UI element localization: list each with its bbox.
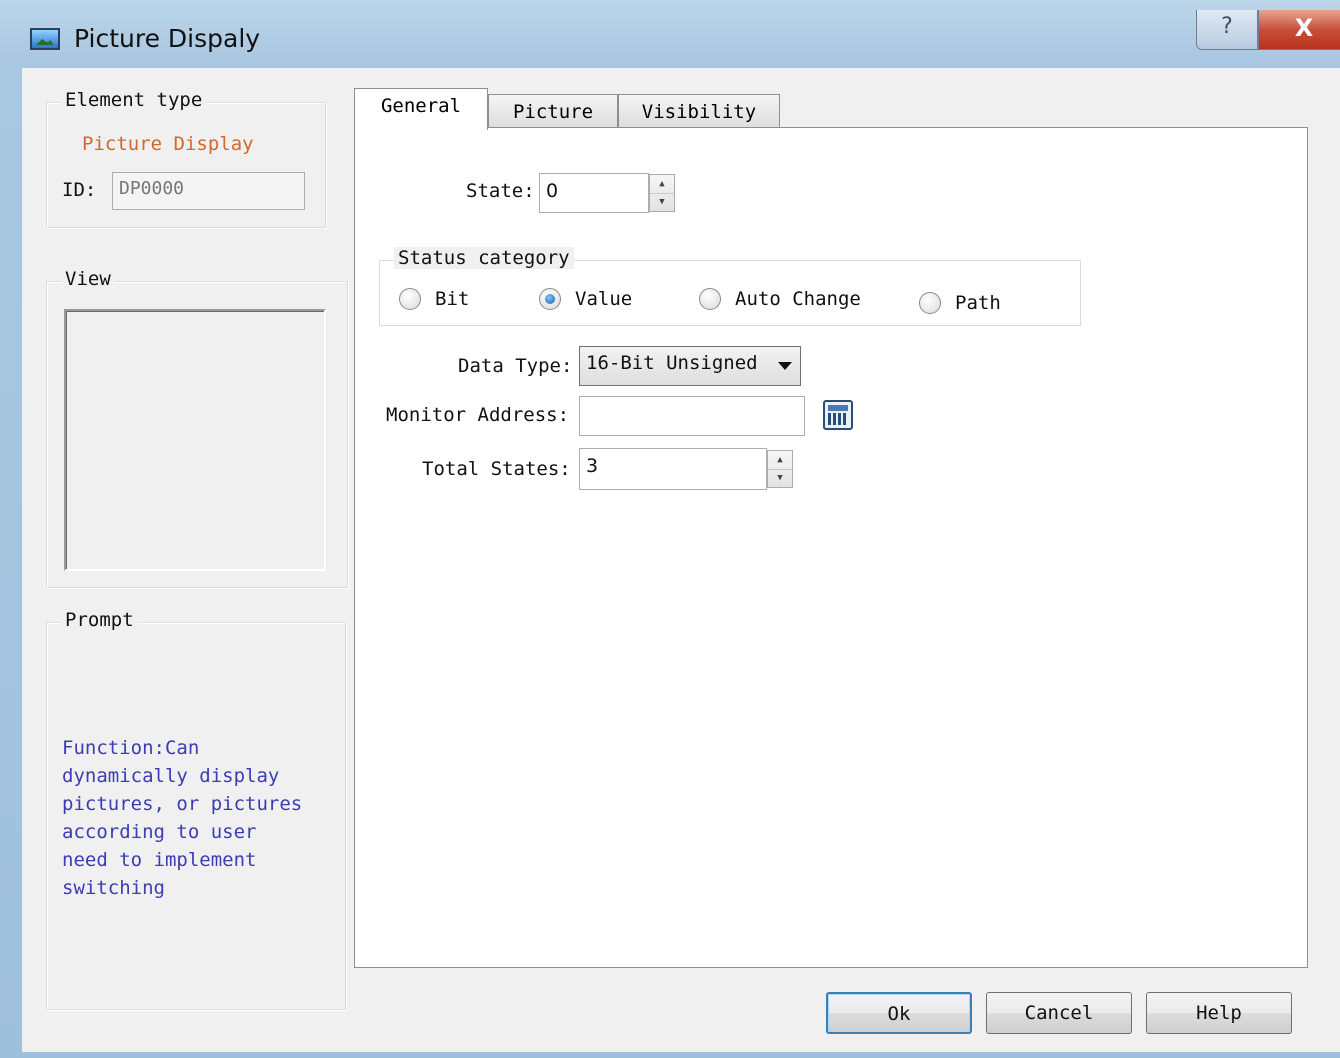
window-title: Picture Dispaly	[74, 24, 261, 53]
data-type-value: 16-Bit Unsigned	[586, 352, 758, 374]
help-button[interactable]: Help	[1146, 992, 1292, 1034]
state-spinner[interactable]: ▲ ▼	[649, 174, 675, 212]
radio-path-label[interactable]: Path	[955, 292, 1001, 314]
radio-auto-change-label[interactable]: Auto Change	[735, 288, 861, 310]
prompt-label: Prompt	[61, 609, 138, 631]
state-label: State:	[466, 180, 535, 202]
dialog-window: Picture Dispaly ? X Element type Picture…	[0, 0, 1340, 1058]
dropdown-arrow-icon	[778, 362, 792, 370]
spin-up-icon[interactable]: ▲	[768, 451, 792, 470]
title-bar: Picture Dispaly ? X	[10, 10, 1340, 68]
state-input[interactable]: 0	[539, 173, 649, 213]
radio-auto-change[interactable]	[699, 288, 721, 310]
total-states-input[interactable]: 3	[579, 448, 767, 490]
calculator-icon[interactable]	[823, 400, 853, 430]
picture-icon	[30, 28, 60, 50]
id-field[interactable]: DP0000	[112, 172, 305, 210]
spin-up-icon[interactable]: ▲	[650, 175, 674, 194]
status-category-label: Status category	[394, 247, 574, 269]
radio-value[interactable]	[539, 288, 561, 310]
id-label: ID:	[62, 179, 97, 201]
element-type-value: Picture Display	[82, 133, 254, 155]
tab-general[interactable]: General	[354, 88, 488, 130]
total-states-label: Total States:	[422, 458, 571, 480]
tab-visibility[interactable]: Visibility	[618, 94, 780, 130]
calculator-keys	[828, 413, 848, 425]
help-title-button[interactable]: ?	[1196, 10, 1258, 50]
picture-preview	[64, 309, 326, 571]
total-states-spinner[interactable]: ▲ ▼	[767, 450, 793, 488]
data-type-select[interactable]: 16-Bit Unsigned	[579, 346, 801, 386]
cancel-button[interactable]: Cancel	[986, 992, 1132, 1034]
view-label: View	[61, 268, 115, 290]
radio-value-label[interactable]: Value	[575, 288, 632, 310]
radio-bit-label[interactable]: Bit	[435, 288, 469, 310]
spin-down-icon[interactable]: ▼	[768, 469, 792, 487]
ok-button[interactable]: Ok	[826, 992, 972, 1034]
monitor-address-label: Monitor Address:	[386, 404, 570, 426]
dialog-client-area: Element type Picture Display ID: DP0000 …	[22, 68, 1340, 1052]
calculator-screen	[828, 405, 848, 411]
data-type-label: Data Type:	[458, 355, 573, 377]
spin-down-icon[interactable]: ▼	[650, 193, 674, 211]
prompt-text: Function:Can dynamically display picture…	[62, 737, 303, 899]
close-button[interactable]: X	[1258, 10, 1340, 50]
radio-path[interactable]	[919, 292, 941, 314]
tab-picture[interactable]: Picture	[488, 94, 618, 130]
monitor-address-input[interactable]	[579, 396, 805, 436]
element-type-label: Element type	[61, 89, 207, 111]
general-tab-panel: State: 0 ▲ ▼ Status category Bit Value A…	[354, 127, 1308, 968]
radio-bit[interactable]	[399, 288, 421, 310]
